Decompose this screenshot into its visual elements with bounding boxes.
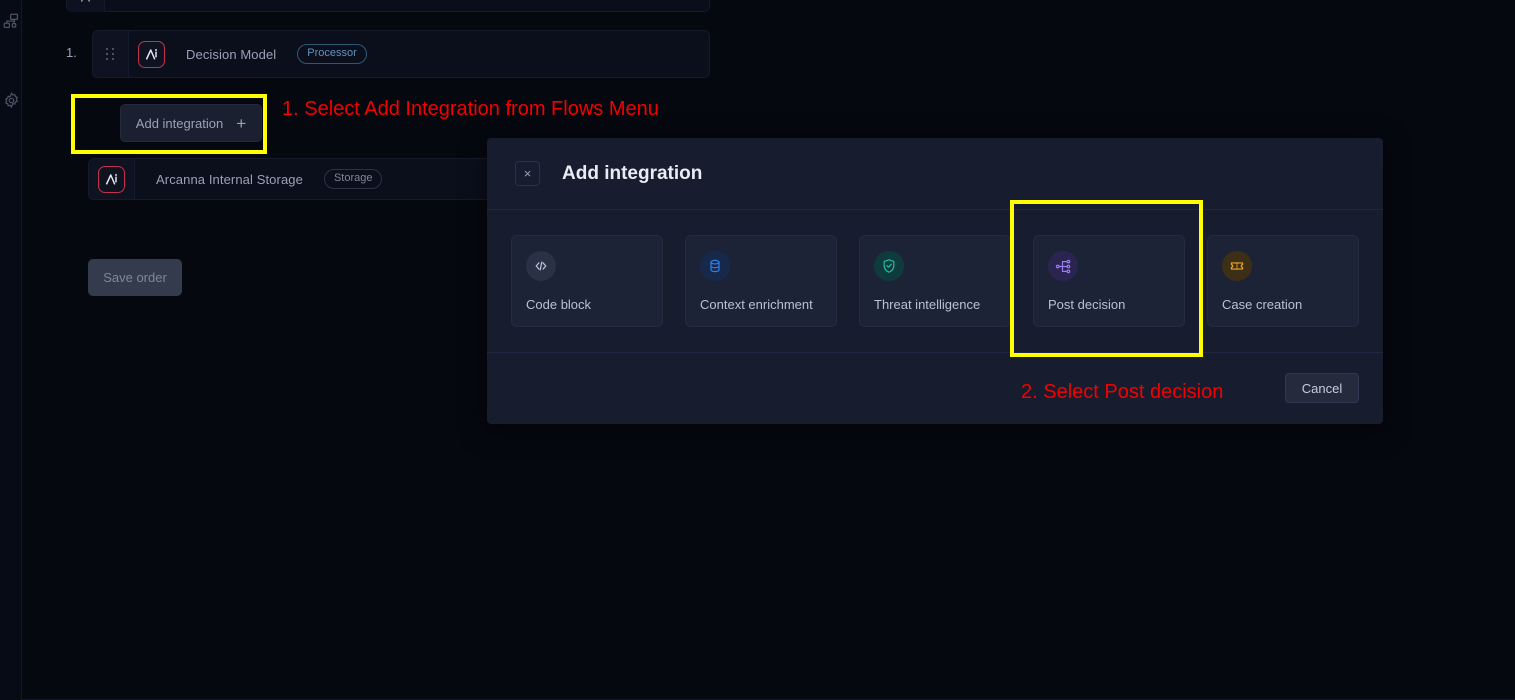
- gear-icon[interactable]: [3, 92, 20, 109]
- integration-name: Decision Model: [186, 46, 277, 62]
- add-integration-label: Add integration: [135, 115, 224, 131]
- plus-icon: +: [236, 113, 247, 133]
- arcanna-logo-partial: [67, 0, 105, 12]
- shield-check-icon: [874, 251, 904, 281]
- integration-card-label: Case creation: [1222, 297, 1303, 312]
- integration-card-context-enrichment[interactable]: Context enrichment: [685, 235, 837, 327]
- status-badge: Storage: [323, 168, 383, 190]
- sidebar-rail: [0, 0, 22, 700]
- integration-card-threat-intelligence[interactable]: Threat intelligence: [859, 235, 1011, 327]
- flows-icon[interactable]: [3, 13, 20, 30]
- arcanna-logo-cell: [89, 159, 135, 199]
- integration-card-code-block[interactable]: Code block: [511, 235, 663, 327]
- integration-card-grid: Code block Context enrichment Threat int…: [487, 210, 1383, 353]
- cancel-button[interactable]: Cancel: [1285, 373, 1359, 403]
- integration-card-label: Post decision: [1048, 297, 1126, 312]
- flow-row-index: 1.: [66, 45, 77, 60]
- integration-card-case-creation[interactable]: Case creation: [1207, 235, 1359, 327]
- add-integration-button[interactable]: Add integration +: [120, 104, 262, 142]
- integration-card-label: Code block: [526, 297, 592, 312]
- table-row[interactable]: Decision Model Processor: [92, 30, 710, 78]
- integration-name: Arcanna Internal Storage: [156, 171, 303, 187]
- integration-card-label: Context enrichment: [700, 297, 813, 312]
- modal-header: × Add integration: [487, 138, 1383, 210]
- integration-card-label: Threat intelligence: [874, 297, 981, 312]
- integration-card-post-decision[interactable]: Post decision: [1033, 235, 1185, 327]
- database-icon: [700, 251, 730, 281]
- code-block-icon: [526, 251, 556, 281]
- drag-handle-icon[interactable]: [93, 31, 129, 77]
- app-root: 1. Decision Model Processor Add integrat…: [0, 0, 1515, 700]
- status-badge: Processor: [297, 43, 367, 65]
- arcanna-logo-icon: [138, 40, 165, 68]
- save-order-button[interactable]: Save order: [88, 259, 182, 296]
- annotation-step-1: 1. Select Add Integration from Flows Men…: [282, 98, 659, 120]
- modal-footer: Cancel: [487, 353, 1383, 423]
- close-icon[interactable]: ×: [515, 161, 540, 186]
- flow-row-partial: [66, 0, 710, 12]
- modal-title: Add integration: [562, 162, 703, 184]
- arcanna-logo-icon: [98, 165, 125, 193]
- annotation-step-2: 2. Select Post decision: [1021, 381, 1224, 403]
- hierarchy-branch-icon: [1048, 251, 1078, 281]
- add-integration-modal: × Add integration Code block Context enr…: [487, 138, 1383, 424]
- ticket-icon: [1222, 251, 1252, 281]
